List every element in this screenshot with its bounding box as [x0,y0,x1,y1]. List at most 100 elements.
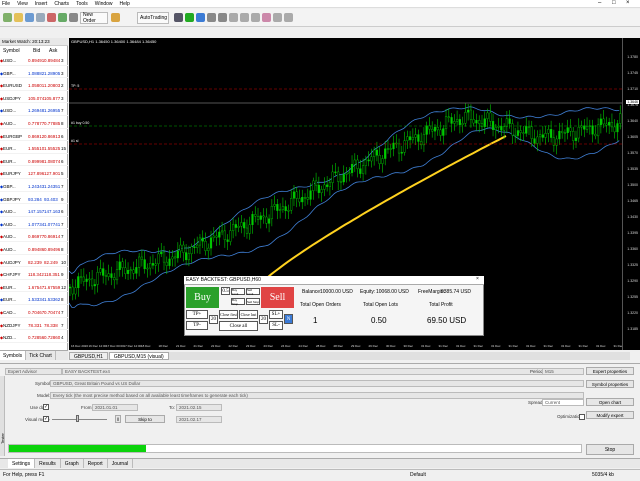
sell-stop-button[interactable]: Sell Stop [246,298,260,305]
market-watch-row[interactable]: ◆ EURGBP 0.86912 0.86913 6 [0,132,68,142]
periods-icon[interactable] [273,13,282,22]
visual-mode-checkbox[interactable]: ✓ [43,416,49,422]
tp-plus-button[interactable]: TP+ [186,310,208,319]
lot-input[interactable]: 0.5 [221,287,230,295]
market-watch-row[interactable]: ◆ USD... 1.26948 1.26955 7 [0,106,68,116]
tester-type-select[interactable]: Expert Advisor [5,368,62,375]
market-watch-row[interactable]: ◆ AUD... 147.157 147.163 6 [0,207,68,217]
panel-close-icon[interactable]: × [476,276,479,282]
tab-chart-h1[interactable]: GBPUSD,H1 [69,352,108,360]
market-watch-row[interactable]: ◆ GBPJPY 93.284 93.403 9 [0,195,68,205]
market-watch-row[interactable]: ◆ GBP... 1.24343 1.24351 7 [0,182,68,192]
tile-icon[interactable] [229,13,238,22]
mode-toggle-button[interactable]: N [284,314,293,324]
pause-button[interactable]: ‖ [115,415,121,423]
close-first-button[interactable]: Close first [219,310,238,319]
new-chart-icon[interactable] [3,13,12,22]
buy-stop-button[interactable]: Buy Stop [231,298,245,306]
stop-button[interactable]: Stop [586,444,634,455]
model-select[interactable]: Every tick (the most precise method base… [50,392,584,399]
menu-tools[interactable]: Tools [76,1,88,7]
chart-shift-icon[interactable] [251,13,260,22]
zoom-in-icon[interactable] [207,13,216,22]
skip-date-input[interactable]: 2021.02.17 [176,416,222,423]
menu-insert[interactable]: Insert [35,1,48,7]
maximize-icon[interactable]: □ [612,0,616,6]
tab-settings[interactable]: Settings [8,459,36,468]
col-ask[interactable]: Ask [49,47,57,55]
menu-view[interactable]: View [17,1,28,7]
sl-plus-button[interactable]: SL+ [269,310,283,319]
minimize-icon[interactable]: – [598,0,601,6]
menu-file[interactable]: File [2,1,10,7]
tab-journal[interactable]: Journal [108,459,134,468]
market-watch-row[interactable]: ◆ EUR... 0.89998 1.08074 6 [0,157,68,167]
tab-report[interactable]: Report [84,459,108,468]
to-date-input[interactable]: 2021.02.15 [176,404,222,411]
market-watch-row[interactable]: ◆ USDJPY 105.074 105.877 3 [0,94,68,104]
market-watch-row[interactable]: ◆ EUR... 1.55510 1.55525 15 [0,144,68,154]
autoscroll-icon[interactable] [240,13,249,22]
sell-button[interactable]: Sell [261,287,294,308]
sl-minus-button[interactable]: SL- [269,321,283,330]
optimization-checkbox[interactable] [579,414,585,420]
candlestick-icon[interactable] [185,13,194,22]
metaeditor-icon[interactable] [111,13,120,22]
expert-select[interactable]: EASY BACKTEST.ex4 [62,368,584,375]
market-watch-row[interactable]: ◆ AUD... 0.89486 0.89496 8 [0,245,68,255]
speed-slider-handle[interactable] [76,415,79,422]
use-date-checkbox[interactable]: ✓ [43,404,49,410]
market-watch-row[interactable]: ◆ GBP... 1.08882 1.28905 3 [0,69,68,79]
zoom-out-icon[interactable] [218,13,227,22]
symbol-properties-button[interactable]: Symbol properties [586,380,634,388]
market-watch-row[interactable]: ◆ USD... 0.89491 0.89484 3 [0,56,68,66]
tester-icon[interactable] [69,13,78,22]
menu-help[interactable]: Help [120,1,130,7]
open-folder-icon[interactable] [14,13,23,22]
buy-limit-button[interactable]: Buy Limit [231,288,245,296]
expert-properties-button[interactable]: Expert properties [586,367,634,375]
from-date-input[interactable]: 2021.01.01 [92,404,138,411]
sell-limit-button[interactable]: Sell Limit [246,288,260,296]
market-watch-row[interactable]: ◆ EURJPY 127.896 127.901 5 [0,169,68,179]
buy-button[interactable]: Buy [186,287,219,308]
symbol-select[interactable]: GBPUSD, Great Britain Pound vs US Dollar [50,380,584,387]
sl-value-input[interactable]: 20 [259,315,268,324]
close-icon[interactable]: × [626,0,630,6]
skip-to-button[interactable]: Skip to [125,415,165,423]
market-watch-row[interactable]: ◆ AUD... 1.07734 1.07741 7 [0,220,68,230]
navigator-icon[interactable] [47,13,56,22]
market-watch-row[interactable]: ◆ NZDJPY 78.331 78.338 7 [0,321,68,331]
line-chart-icon[interactable] [196,13,205,22]
terminal-icon[interactable] [58,13,67,22]
tp-minus-button[interactable]: TP- [186,321,208,330]
market-watch-row[interactable]: ◆ NZD... 0.72856 0.72860 4 [0,333,68,343]
menu-charts[interactable]: Charts [54,1,69,7]
tab-graph[interactable]: Graph [61,459,84,468]
col-symbol[interactable]: Symbol [3,47,20,55]
tab-chart-visual[interactable]: GBPUSD,M15 (visual) [108,352,169,360]
period-select[interactable]: M15 [542,368,584,375]
market-watch-row[interactable]: ◆ CAD... 0.70467 0.70474 7 [0,308,68,318]
market-watch-icon[interactable] [36,13,45,22]
close-all-button[interactable]: Close all [219,321,258,331]
tab-symbols[interactable]: Symbols [0,351,27,360]
close-last-button[interactable]: Close last [239,310,258,319]
modify-expert-button[interactable]: Modify expert [586,411,634,419]
autotrading-button[interactable]: AutoTrading [137,12,169,24]
market-watch-row[interactable]: ◆ AUDJPY 82.239 82.249 10 [0,258,68,268]
menu-window[interactable]: Window [95,1,113,7]
indicators-icon[interactable] [262,13,271,22]
spread-select[interactable]: Current [542,399,584,406]
market-watch-row[interactable]: ◆ EUR... 1.53334 1.53362 8 [0,295,68,305]
profiles-icon[interactable] [25,13,34,22]
tab-tick-chart[interactable]: Tick Chart [26,351,56,360]
market-watch-row[interactable]: ◆ EUR... 1.67547 1.67559 12 [0,283,68,293]
tab-results[interactable]: Results [35,459,61,468]
templates-icon[interactable] [284,13,293,22]
tp-value-input[interactable]: 20 [209,315,218,324]
bar-chart-icon[interactable] [174,13,183,22]
open-chart-button[interactable]: Open chart [586,398,634,406]
new-order-button[interactable]: New Order [80,12,108,24]
market-watch-row[interactable]: ◆ AUD... 0.86977 0.86914 7 [0,232,68,242]
